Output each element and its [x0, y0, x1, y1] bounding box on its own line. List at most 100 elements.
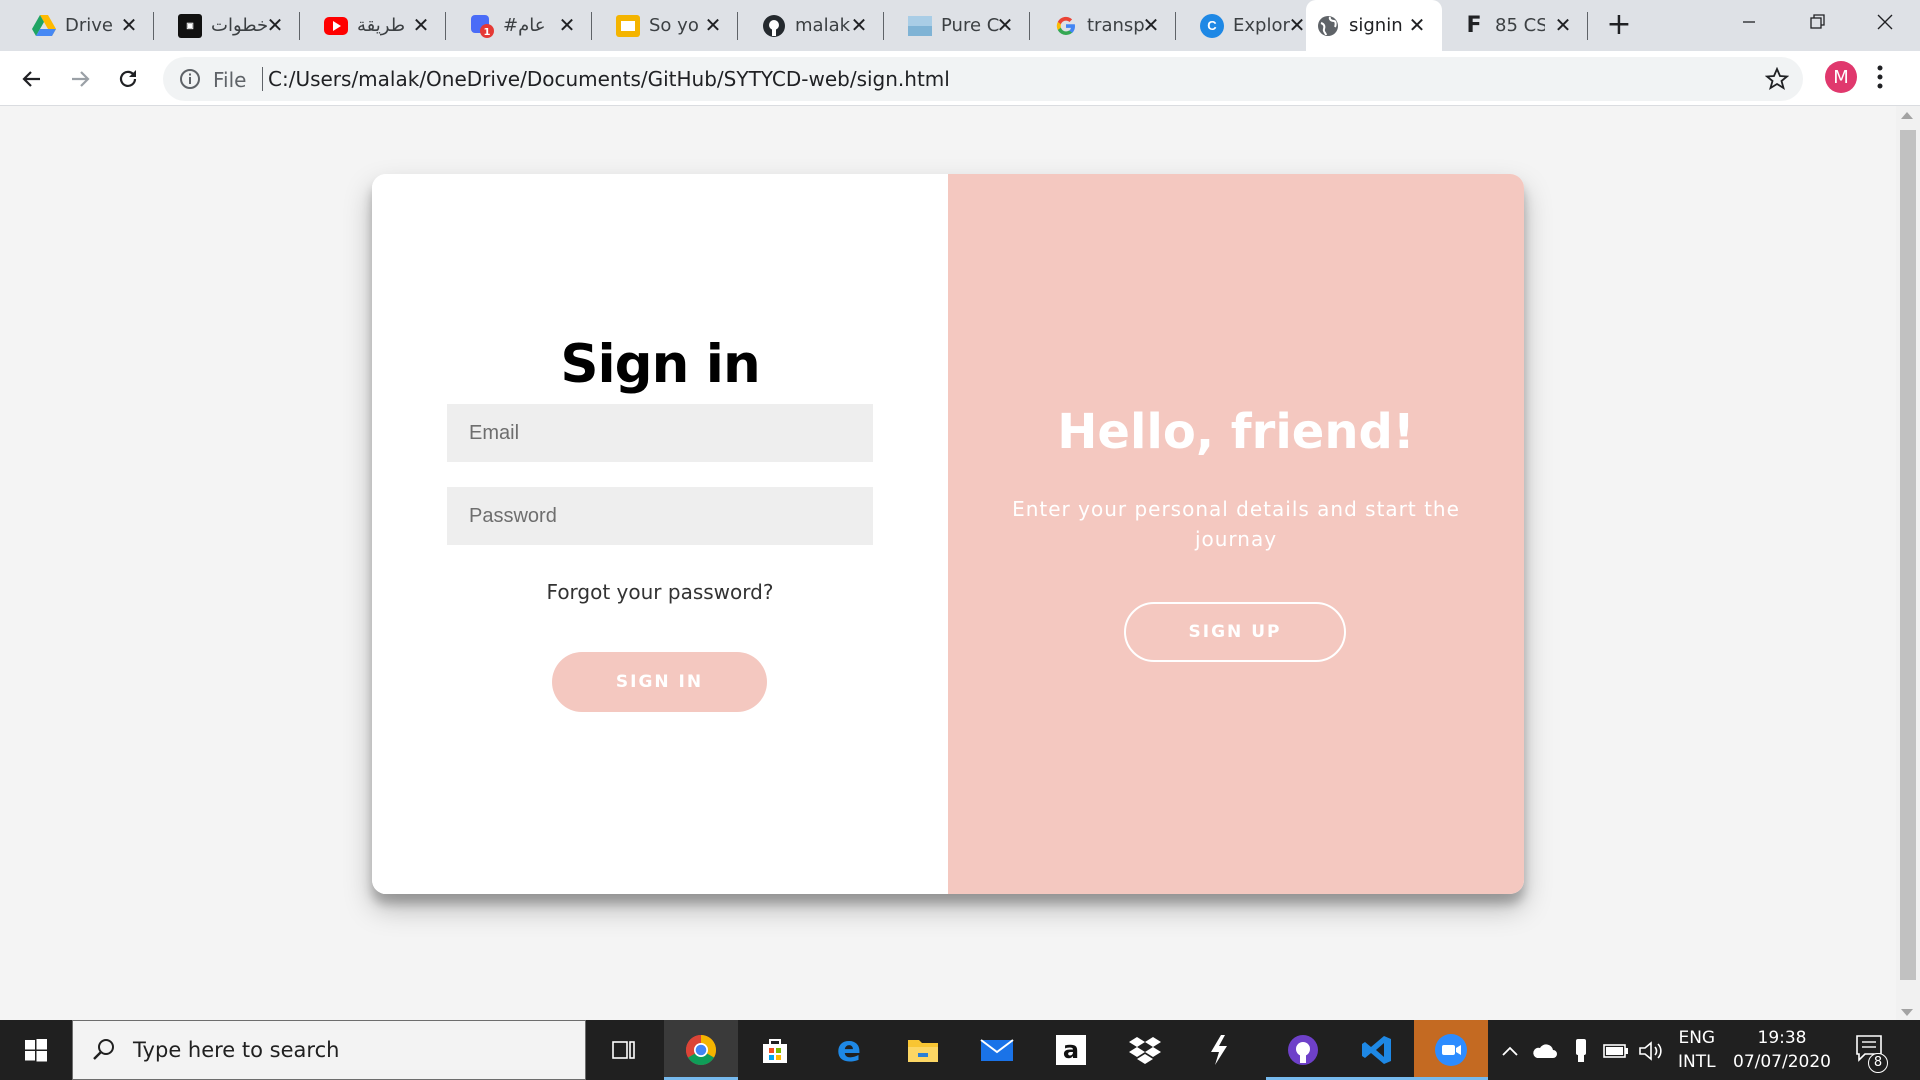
language-code: ENG — [1678, 1028, 1716, 1048]
onedrive-cloud-icon[interactable] — [1531, 1038, 1557, 1064]
browser-tab[interactable]: C Explor ✕ — [1176, 0, 1322, 51]
browser-tab-strip: Drive ✕ ▣ خطوات ✕ طريقة ✕ 1 #عام ✕ So yo… — [0, 0, 1920, 51]
folder-icon — [908, 1040, 938, 1062]
close-tab-icon[interactable]: ✕ — [264, 14, 286, 36]
browser-tab[interactable]: So yo ✕ — [592, 0, 738, 51]
close-tab-icon[interactable]: ✕ — [702, 14, 724, 36]
close-tab-icon[interactable]: ✕ — [1140, 14, 1162, 36]
dropbox-icon — [1129, 1037, 1161, 1064]
taskbar-clock[interactable]: 19:38 07/07/2020 — [1730, 1026, 1834, 1074]
windows-logo-icon — [25, 1039, 47, 1062]
password-field[interactable] — [447, 487, 873, 545]
input-language-indicator[interactable]: ENG INTL — [1678, 1026, 1716, 1074]
keyboard-layout: INTL — [1678, 1052, 1716, 1072]
taskbar-search-box[interactable]: Type here to search — [72, 1020, 586, 1080]
email-field[interactable] — [447, 404, 873, 462]
back-button[interactable] — [14, 61, 50, 97]
github-desktop-taskbar-app[interactable] — [1266, 1020, 1340, 1080]
f-site-icon: F — [1466, 13, 1482, 38]
signin-button[interactable]: SIGN IN — [552, 652, 767, 712]
amazon-icon: a — [1056, 1035, 1086, 1065]
browser-tab[interactable]: transp ✕ — [1030, 0, 1176, 51]
scroll-up-arrow-icon[interactable] — [1901, 112, 1913, 119]
profile-avatar[interactable]: M — [1825, 61, 1857, 93]
forgot-password-link[interactable]: Forgot your password? — [372, 580, 948, 604]
more-menu-icon[interactable] — [1875, 63, 1885, 96]
close-tab-icon[interactable]: ✕ — [1406, 14, 1428, 36]
minimize-button[interactable] — [1714, 0, 1784, 44]
dropbox-taskbar-app[interactable] — [1108, 1020, 1182, 1080]
chrome-taskbar-app[interactable] — [664, 1020, 738, 1080]
close-window-button[interactable] — [1850, 0, 1920, 44]
svg-text:1: 1 — [484, 27, 491, 38]
reload-button[interactable] — [110, 61, 146, 97]
close-tab-icon[interactable]: ✕ — [410, 14, 432, 36]
github-desktop-icon — [1288, 1035, 1318, 1065]
close-tab-icon[interactable]: ✕ — [1552, 14, 1574, 36]
address-bar[interactable]: File C:/Users/malak/OneDrive/Documents/G… — [163, 57, 1803, 101]
restore-button[interactable] — [1782, 0, 1852, 44]
browser-tab[interactable]: ▣ خطوات ✕ — [154, 0, 300, 51]
scrollbar-thumb[interactable] — [1900, 130, 1916, 980]
globe-icon — [1316, 14, 1340, 38]
browser-tab[interactable]: Pure C ✕ — [884, 0, 1030, 51]
signup-button[interactable]: SIGN UP — [1124, 602, 1346, 662]
youtube-icon — [324, 14, 348, 38]
start-button[interactable] — [0, 1020, 72, 1080]
task-view-icon — [612, 1041, 635, 1059]
task-view-button[interactable] — [587, 1020, 661, 1080]
search-placeholder: Type here to search — [133, 1038, 340, 1062]
close-tab-icon[interactable]: ✕ — [1286, 14, 1308, 36]
battery-icon[interactable] — [1603, 1038, 1629, 1064]
google-drive-icon — [32, 14, 56, 38]
amazon-taskbar-app[interactable]: a — [1034, 1020, 1108, 1080]
browser-toolbar: File C:/Users/malak/OneDrive/Documents/G… — [0, 51, 1920, 106]
lightning-taskbar-app[interactable] — [1182, 1020, 1256, 1080]
page-viewport: Sign in Forgot your password? SIGN IN He… — [0, 106, 1896, 1020]
browser-tab-active[interactable]: signin ✕ — [1306, 0, 1442, 51]
browser-tab[interactable]: Drive ✕ — [8, 0, 154, 51]
volume-icon[interactable] — [1638, 1038, 1664, 1064]
clock-time: 19:38 — [1757, 1028, 1807, 1048]
info-icon[interactable] — [179, 68, 201, 95]
zoom-taskbar-app[interactable] — [1414, 1020, 1488, 1080]
zoom-icon — [1435, 1034, 1467, 1066]
bookmark-star-icon[interactable] — [1764, 66, 1790, 96]
store-taskbar-app[interactable] — [738, 1020, 812, 1080]
vscode-taskbar-app[interactable] — [1340, 1020, 1414, 1080]
overlay-title: Hello, friend! — [1057, 404, 1415, 460]
close-tab-icon[interactable]: ✕ — [994, 14, 1016, 36]
file-explorer-taskbar-app[interactable] — [886, 1020, 960, 1080]
c-site-icon: C — [1200, 13, 1224, 38]
tab-title: signin — [1349, 15, 1403, 36]
mail-taskbar-app[interactable] — [960, 1020, 1034, 1080]
windows-taskbar: Type here to search e a ENG INTL 19:38 0… — [0, 1020, 1920, 1080]
tab-title: 85 CS — [1495, 15, 1545, 36]
browser-tab[interactable]: malak ✕ — [738, 0, 884, 51]
usb-device-icon[interactable] — [1568, 1038, 1594, 1064]
forward-button[interactable] — [62, 61, 98, 97]
google-icon — [1054, 14, 1078, 38]
scheme-label: File — [213, 68, 247, 92]
scroll-down-arrow-icon[interactable] — [1901, 1009, 1913, 1016]
github-icon — [762, 14, 786, 38]
microsoft-store-icon — [763, 1039, 787, 1063]
edge-taskbar-app[interactable]: e — [812, 1020, 886, 1080]
chat-app-icon: 1 — [470, 14, 494, 38]
site-logo-icon: ▣ — [178, 13, 202, 38]
close-tab-icon[interactable]: ✕ — [556, 14, 578, 36]
show-hidden-icons-chevron-icon[interactable] — [1497, 1038, 1523, 1064]
tab-separator — [1587, 12, 1588, 40]
url-text[interactable]: C:/Users/malak/OneDrive/Documents/GitHub… — [268, 67, 950, 91]
close-tab-icon[interactable]: ✕ — [118, 14, 140, 36]
new-tab-button[interactable]: + — [1602, 9, 1636, 43]
signin-title: Sign in — [560, 334, 760, 395]
notification-count-badge: 8 — [1868, 1053, 1888, 1073]
auth-card: Sign in Forgot your password? SIGN IN He… — [372, 174, 1524, 894]
browser-tab[interactable]: طريقة ✕ — [300, 0, 446, 51]
mail-icon — [980, 1039, 1014, 1061]
browser-tab[interactable]: F 85 CS ✕ — [1442, 0, 1588, 51]
vertical-scrollbar[interactable] — [1896, 106, 1920, 1020]
browser-tab[interactable]: 1 #عام ✕ — [446, 0, 592, 51]
close-tab-icon[interactable]: ✕ — [848, 14, 870, 36]
